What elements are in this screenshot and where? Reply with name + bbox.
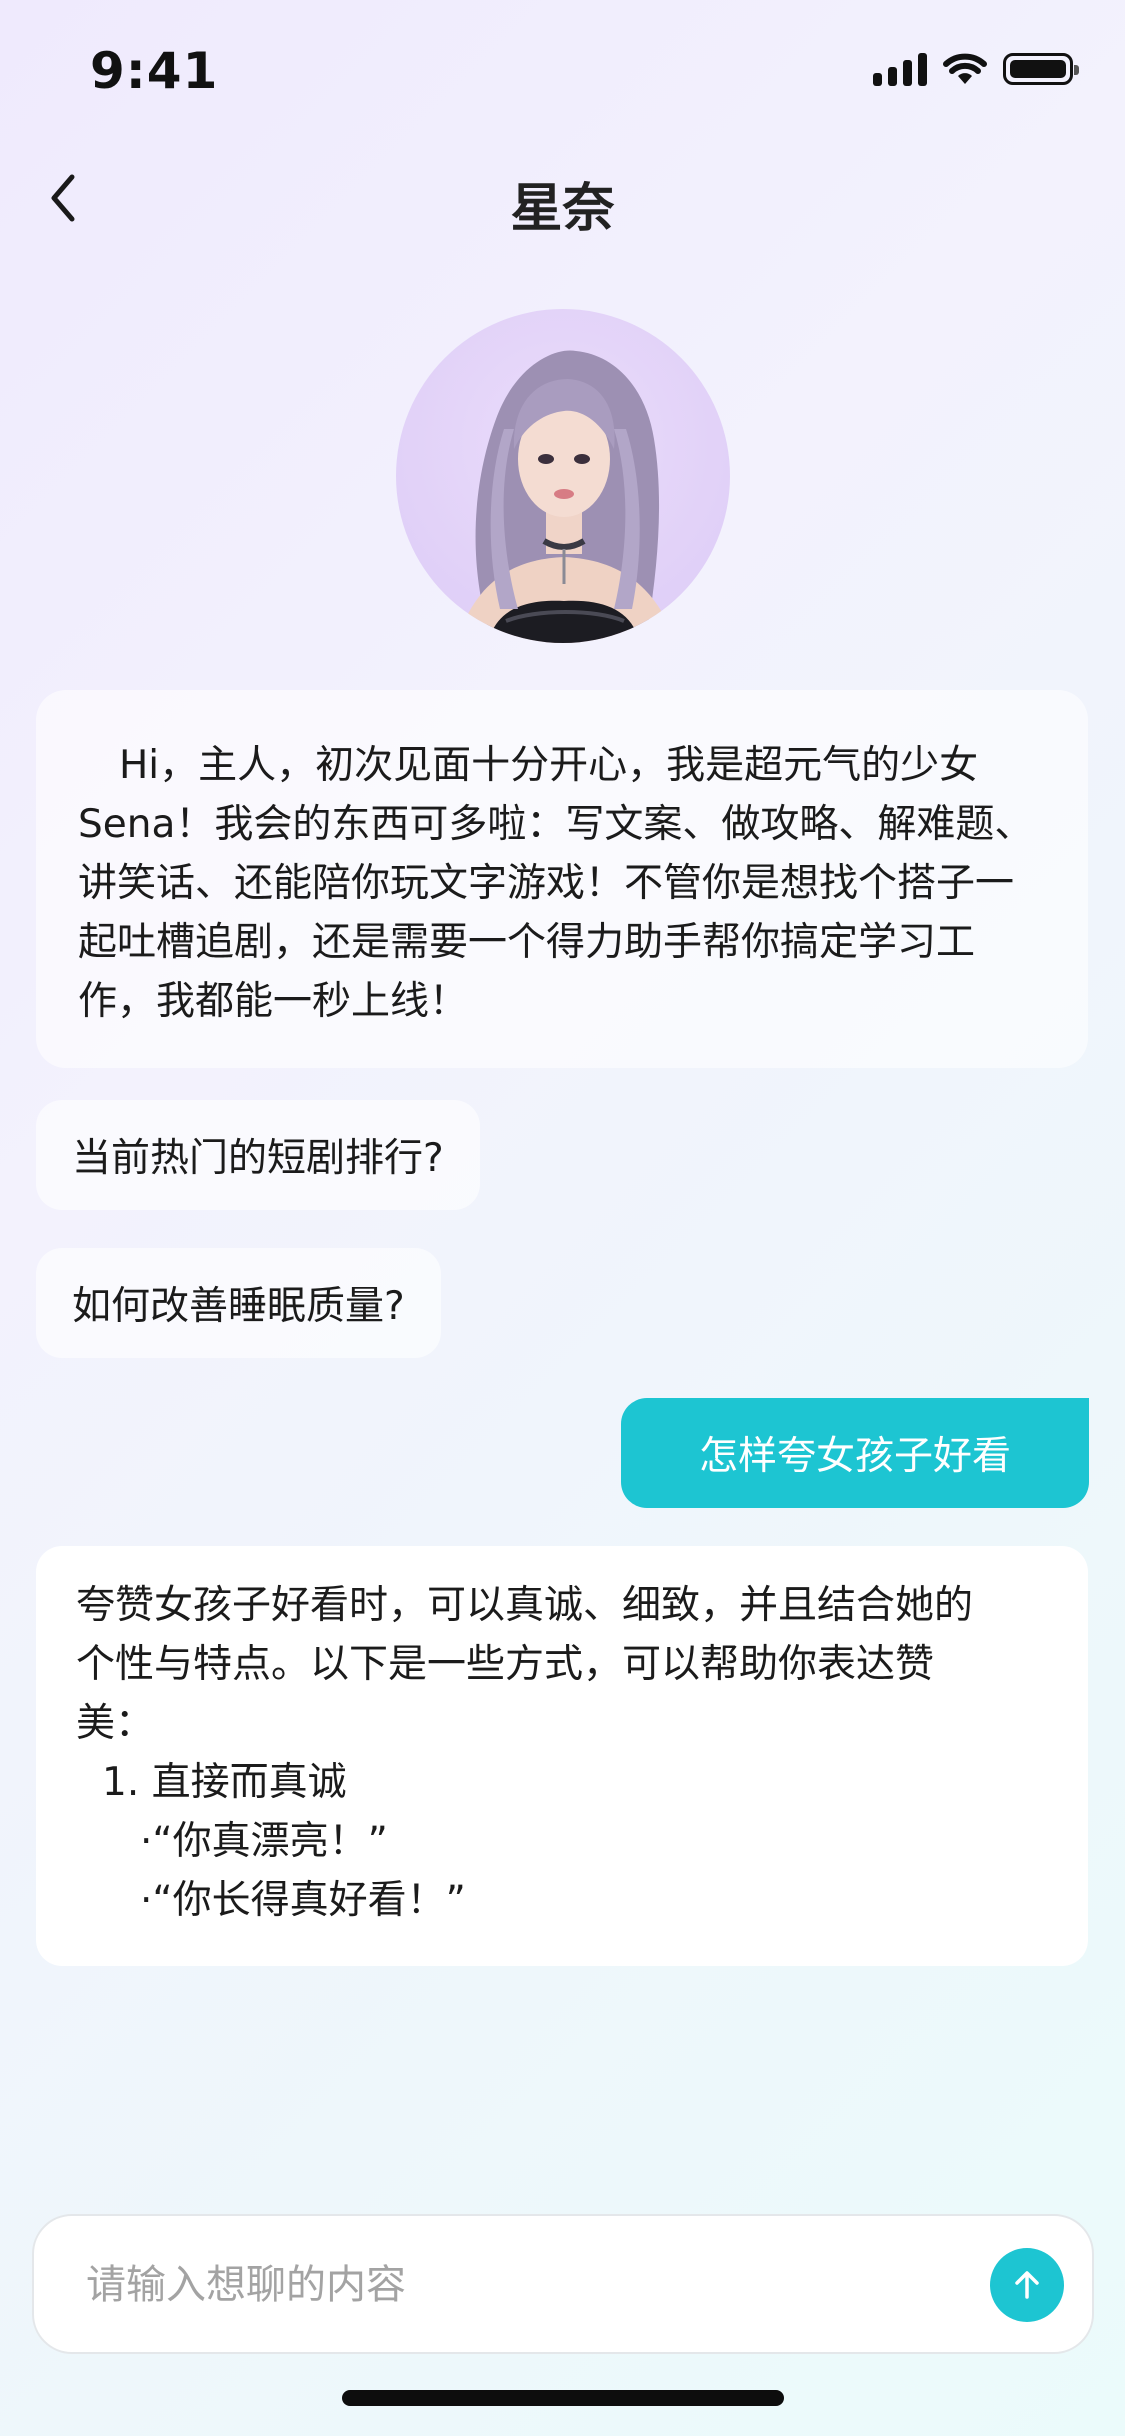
cellular-signal-icon (873, 52, 927, 86)
character-avatar (396, 309, 730, 643)
reply-line: 个性与特点。以下是一些方式，可以帮助你表达赞 (76, 1642, 935, 1687)
message-input[interactable] (84, 2216, 988, 2354)
suggestion-label: 当前热门的短剧排行? (72, 1136, 444, 1181)
arrow-up-icon (1015, 2271, 1039, 2299)
assistant-intro-bubble: Hi，主人，初次见面十分开心，我是超元气的少女Sena！我会的东西可多啦：写文案… (36, 690, 1088, 1068)
status-icons (873, 52, 1079, 86)
suggestion-label: 如何改善睡眠质量? (72, 1284, 405, 1329)
page-title: 星奈 (510, 179, 615, 239)
intro-text: Hi，主人，初次见面十分开心，我是超元气的少女Sena！我会的东西可多啦：写文案… (78, 743, 1034, 1024)
chat-input-bar (32, 2214, 1094, 2354)
user-message-text: 怎样夸女孩子好看 (698, 1434, 1011, 1479)
suggestion-chip-sleep[interactable]: 如何改善睡眠质量? (36, 1248, 441, 1358)
assistant-reply-bubble: 夸赞女孩子好看时，可以真诚、细致，并且结合她的 个性与特点。以下是一些方式，可以… (36, 1546, 1088, 1966)
character-portrait (456, 350, 676, 643)
send-button[interactable] (990, 2248, 1064, 2322)
user-message-bubble: 怎样夸女孩子好看 (621, 1398, 1089, 1508)
reply-sub-item: ·“你长得真好看！” (140, 1878, 466, 1923)
reply-sub-item: ·“你真漂亮！” (140, 1819, 388, 1864)
suggestion-chip-short-drama[interactable]: 当前热门的短剧排行? (36, 1100, 480, 1210)
status-time: 9:41 (90, 42, 219, 100)
battery-icon (1003, 53, 1079, 85)
wifi-icon (943, 53, 987, 84)
home-indicator[interactable] (342, 2390, 784, 2406)
reply-line: 夸赞女孩子好看时，可以真诚、细致，并且结合她的 (76, 1583, 974, 1628)
reply-line: 美： (76, 1701, 155, 1746)
reply-list-item: 1. 直接而真诚 (102, 1760, 347, 1805)
